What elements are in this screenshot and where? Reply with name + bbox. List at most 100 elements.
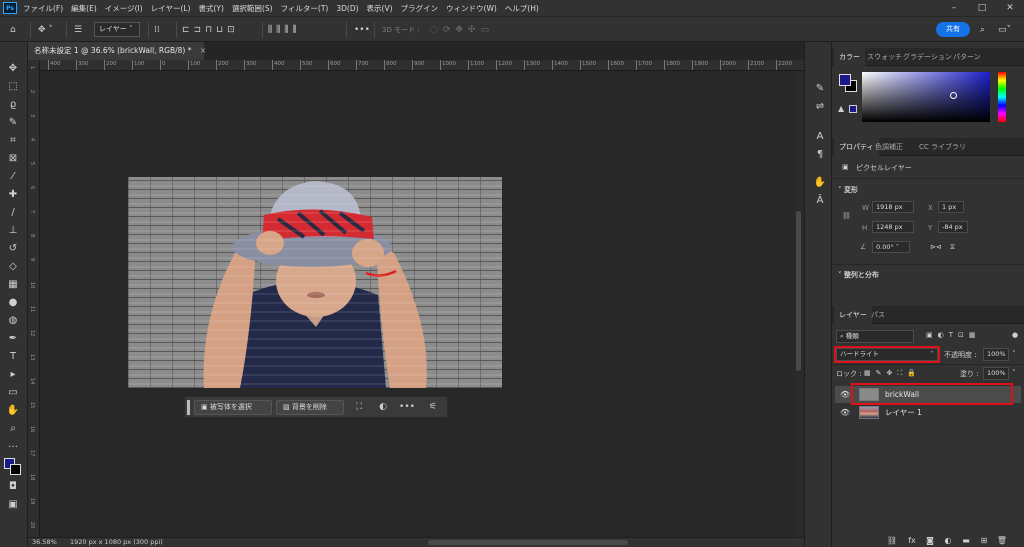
align-icons[interactable]: ⊏⊐⊓⊔⊡ <box>182 23 239 37</box>
adjustment-layer-icon[interactable]: ◐ <box>942 536 954 546</box>
zoom-tool-icon[interactable]: ⌕ <box>5 422 21 436</box>
document-image[interactable] <box>128 177 502 388</box>
gamut-warning-icon[interactable]: ▲ <box>838 104 844 113</box>
minimize-icon[interactable]: – <box>940 0 968 16</box>
pen-tool-icon[interactable]: ✒ <box>5 332 21 346</box>
menu-image[interactable]: イメージ(I) <box>105 3 143 14</box>
delete-layer-icon[interactable]: 🗑 <box>996 536 1008 546</box>
opacity-field[interactable]: 100% <box>983 348 1009 361</box>
horizontal-scroll-thumb[interactable] <box>428 540 628 545</box>
close-tab-icon[interactable]: × <box>200 46 206 55</box>
path-select-icon[interactable]: ▸ <box>5 368 21 382</box>
new-group-icon[interactable]: ▬ <box>960 536 972 546</box>
flip-vertical-icon[interactable]: ⧖ <box>950 243 955 252</box>
x-field[interactable]: 1 px <box>938 201 964 213</box>
hand-tool-icon[interactable]: ✋ <box>5 404 21 418</box>
visibility-eye-icon[interactable]: 👁 <box>840 386 850 403</box>
crop-tool-icon[interactable]: ⌗ <box>5 134 21 148</box>
type-tool-icon[interactable]: T <box>5 350 21 364</box>
dodge-tool-icon[interactable]: ◍ <box>5 314 21 328</box>
fill-field[interactable]: 100% <box>983 367 1009 380</box>
quick-select-icon[interactable]: ✎ <box>5 116 21 130</box>
maximize-icon[interactable]: □ <box>968 0 996 16</box>
move-tool-icon[interactable]: ✥ ˅ <box>38 23 53 37</box>
settings-sliders-icon[interactable]: ⚟ <box>425 400 441 415</box>
menu-select[interactable]: 選択範囲(S) <box>232 3 273 14</box>
blur-tool-icon[interactable]: ● <box>5 296 21 310</box>
menu-layer[interactable]: レイヤー(L) <box>151 3 191 14</box>
tab-paths[interactable]: パス <box>866 306 890 324</box>
auto-select-dropdown[interactable]: レイヤー ˅ <box>94 22 140 37</box>
shape-tool-icon[interactable]: ▭ <box>5 386 21 400</box>
link-icon[interactable]: ⛓ <box>842 212 851 220</box>
color-field[interactable] <box>862 72 990 122</box>
layer-filter-icons[interactable]: ▣◐T⊡▦ <box>926 331 980 339</box>
distribute-icons[interactable]: ⫼⫼⫼⫼ <box>268 23 301 37</box>
height-field[interactable]: 1248 px <box>872 221 914 233</box>
more-icon[interactable]: ••• <box>399 400 415 415</box>
hue-slider[interactable] <box>998 72 1006 122</box>
zoom-level[interactable]: 36.58% <box>32 538 57 546</box>
document-info[interactable]: 1920 px x 1080 px (300 ppi) <box>70 538 163 546</box>
menu-edit[interactable]: 編集(E) <box>71 3 97 14</box>
fx-icon[interactable]: fx <box>906 536 918 546</box>
layer-filter-dropdown[interactable]: ⌕ 種類 <box>836 330 914 343</box>
menu-plugins[interactable]: プラグイン <box>401 3 439 14</box>
flip-horizontal-icon[interactable]: ⊳⊲ <box>930 243 942 251</box>
remove-background-button[interactable]: ▨ 背景を削除 <box>276 400 344 415</box>
scroll-thumb[interactable] <box>796 211 801 371</box>
document-tab[interactable]: 名称未設定 1 @ 36.6% (brickWall, RGB/8) * × <box>28 42 206 60</box>
move-tool-icon[interactable]: ✥ <box>5 62 21 76</box>
lasso-tool-icon[interactable]: ϱ <box>5 98 21 112</box>
add-mask-icon[interactable]: ◙ <box>924 536 936 546</box>
home-icon[interactable]: ⌂ <box>10 23 16 37</box>
angle-field[interactable]: 0.00° ˅ <box>872 241 910 253</box>
tab-color[interactable]: カラー <box>834 48 865 66</box>
transform-icon[interactable]: ⛶ <box>351 400 367 415</box>
drag-handle[interactable] <box>187 400 190 415</box>
gradient-tool-icon[interactable]: ▦ <box>5 278 21 292</box>
menu-window[interactable]: ウィンドウ(W) <box>446 3 497 14</box>
3d-type-icon[interactable]: Â <box>813 194 827 208</box>
transform-section[interactable]: ˅ 変形 <box>838 185 858 195</box>
menu-view[interactable]: 表示(V) <box>367 3 393 14</box>
tab-patterns[interactable]: パターン <box>948 48 986 66</box>
workspace-icon[interactable]: ▭˅ <box>998 23 1011 37</box>
search-icon[interactable]: ⌕ <box>980 23 985 37</box>
close-window-icon[interactable]: ✕ <box>996 0 1024 16</box>
brush-tool-icon[interactable]: / <box>5 206 21 220</box>
history-brush-icon[interactable]: ↺ <box>5 242 21 256</box>
new-layer-icon[interactable]: ⊞ <box>978 536 990 546</box>
layer-row-layer1[interactable]: 👁 レイヤー 1 <box>835 404 1021 421</box>
menu-3d[interactable]: 3D(D) <box>336 4 358 13</box>
edit-toolbar-icon[interactable]: … <box>5 438 21 452</box>
share-button[interactable]: 共有 <box>936 22 970 37</box>
eraser-tool-icon[interactable]: ◇ <box>5 260 21 274</box>
width-field[interactable]: 1918 px <box>872 201 914 213</box>
color-picker-handle[interactable] <box>950 92 957 99</box>
healing-brush-icon[interactable]: ✚ <box>5 188 21 202</box>
marquee-tool-icon[interactable]: ⬚ <box>5 80 21 94</box>
filter-toggle-icon[interactable]: ● <box>1012 331 1018 339</box>
layer-stack-icon[interactable]: ☰ <box>74 23 82 37</box>
fill-dropdown-icon[interactable]: ˅ <box>1012 369 1016 377</box>
screen-mode-icon[interactable]: ▣ <box>5 498 21 512</box>
eyedropper-icon[interactable]: ⁄ <box>5 170 21 184</box>
quick-mask-icon[interactable]: ◘ <box>5 480 21 494</box>
paragraph-icon[interactable]: ¶ <box>813 148 827 162</box>
glyphs-icon[interactable]: ✋ <box>813 176 827 190</box>
align-distribute-section[interactable]: ˅ 整列と分布 <box>838 270 879 280</box>
opacity-dropdown-icon[interactable]: ˅ <box>1012 350 1016 358</box>
web-color-chip[interactable] <box>849 105 857 113</box>
y-field[interactable]: -84 px <box>938 221 968 233</box>
lock-icons[interactable]: ▦✎✥⛶🔒 <box>864 369 921 378</box>
background-color-swatch[interactable] <box>10 464 21 475</box>
layer-comps-icon[interactable]: ⇌ <box>813 100 827 114</box>
visibility-eye-icon[interactable]: 👁 <box>840 404 850 421</box>
show-transform-icon[interactable]: ⁞⁞ <box>154 23 160 37</box>
mask-icon[interactable]: ◐ <box>375 400 391 415</box>
tab-adjustments[interactable]: 色調補正 <box>870 138 908 156</box>
menu-help[interactable]: ヘルプ(H) <box>505 3 539 14</box>
clone-stamp-icon[interactable]: ⊥ <box>5 224 21 238</box>
menu-file[interactable]: ファイル(F) <box>23 3 63 14</box>
